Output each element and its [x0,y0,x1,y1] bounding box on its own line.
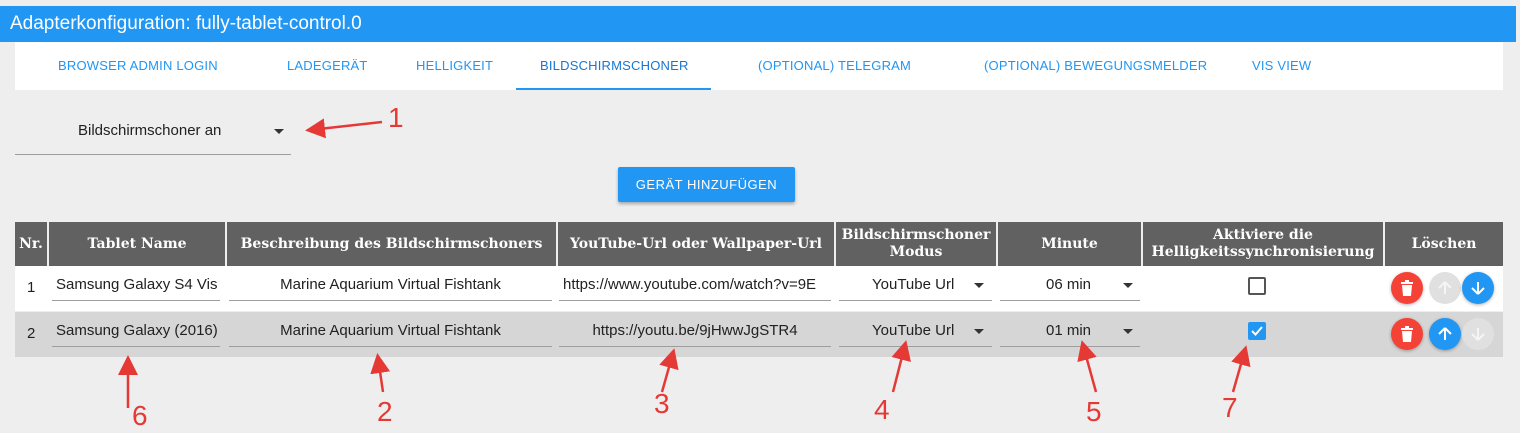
annotation-label-5: 5 [1086,396,1102,427]
annotation-label-1: 1 [388,102,404,133]
annotation-arrows [118,118,1251,408]
page: Adapterkonfiguration: fully-tablet-contr… [0,0,1520,433]
annotation-arrow-1 [305,118,383,139]
annotation-label-7: 7 [1222,392,1238,423]
annotation-arrow-3 [659,348,679,393]
annotation-label-4: 4 [874,394,890,425]
annotation-label-2: 2 [377,396,393,427]
annotation-arrow-4 [891,340,911,393]
annotation-arrow-7 [1231,345,1251,393]
annotation-label-6: 6 [132,400,148,431]
annotation-label-3: 3 [654,388,670,419]
annotation-arrow-5 [1077,340,1098,393]
annotation-arrow-2 [370,353,391,393]
